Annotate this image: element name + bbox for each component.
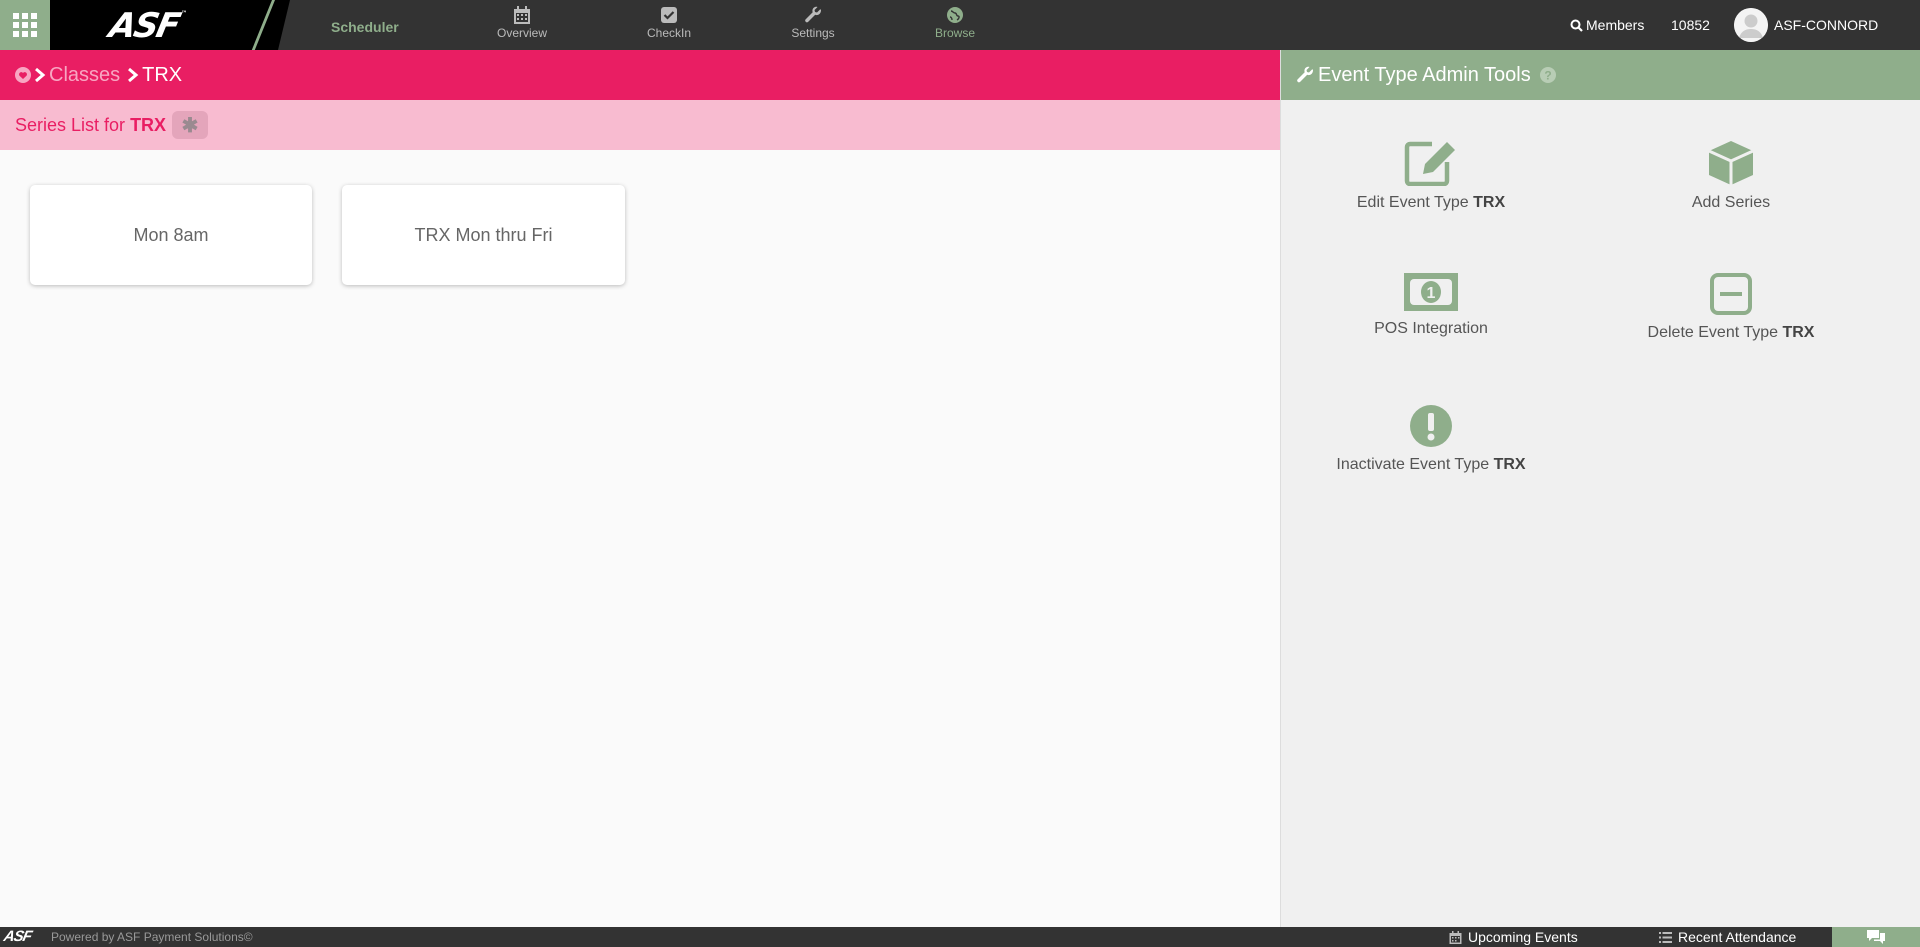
cube-icon [1708,141,1754,185]
money-icon: 1 [1404,273,1458,311]
wrench-icon [1297,66,1314,83]
footer-bar: ASF Powered by ASF Payment Solutions© Up… [0,927,1920,947]
avatar [1734,8,1768,42]
search-icon [1570,19,1583,32]
checkbox-icon [661,7,677,23]
add-series-button[interactable]: Add Series [1581,140,1881,212]
logo-text: ASF™ [105,6,188,46]
breadcrumb-classes-link[interactable]: Classes [49,64,120,87]
wrench-icon [805,6,822,23]
breadcrumb: Classes TRX [0,50,1280,100]
footer-logo: ASF [2,928,33,945]
calendar-icon [514,6,530,24]
chat-icon [1867,930,1885,944]
user-menu[interactable]: ASF-CONNORD [1734,0,1878,50]
list-icon [1659,931,1672,943]
star-icon: ✱ [181,114,199,137]
heart-badge-icon[interactable] [14,66,32,84]
admin-tools-panel: Event Type Admin Tools ? Edit Event Type… [1280,50,1920,927]
nav-checkin[interactable]: CheckIn [624,6,714,40]
globe-icon [947,7,963,23]
chevron-right-icon [128,67,139,83]
chat-button[interactable] [1832,927,1920,947]
upcoming-events-label: Upcoming Events [1468,929,1578,945]
nav-checkin-label: CheckIn [646,26,692,40]
apps-grid-button[interactable] [0,0,50,50]
recent-attendance-label: Recent Attendance [1678,929,1797,945]
recent-attendance-link[interactable]: Recent Attendance [1659,929,1796,945]
series-card[interactable]: Mon 8am [30,185,312,285]
chevron-right-icon [35,67,46,83]
nav-settings-label: Settings [791,26,835,40]
breadcrumb-current: TRX [142,63,183,86]
user-silhouette-icon [1734,8,1768,42]
exclamation-circle-icon [1410,405,1452,447]
nav-browse[interactable]: Browse [910,6,1000,40]
nav-browse-label: Browse [934,26,975,40]
admin-tools-title: Event Type Admin Tools [1318,63,1531,86]
footer-powered-text: Powered by ASF Payment Solutions© [51,930,253,944]
svg-text:?: ? [1544,69,1551,83]
series-header: Series List for TRX ✱ [0,100,1280,150]
admin-tools-header: Event Type Admin Tools ? [1281,50,1920,100]
app-title: Scheduler [331,19,399,35]
series-card-label: Mon 8am [133,224,209,245]
members-search-link[interactable]: Members [1570,0,1644,50]
series-card-label: TRX Mon thru Fri [414,224,553,245]
series-card[interactable]: TRX Mon thru Fri [342,185,625,285]
upcoming-events-link[interactable]: Upcoming Events [1449,929,1578,945]
help-icon[interactable]: ? [1539,66,1557,84]
inactivate-event-type-button[interactable]: Inactivate Event Type TRX [1281,404,1581,474]
favorite-star-button[interactable]: ✱ [172,111,209,139]
top-navbar: ASF™ Scheduler Overview CheckIn Settings… [0,0,1920,52]
nav-overview-label: Overview [496,26,547,40]
edit-event-type-button[interactable]: Edit Event Type TRX [1281,140,1581,212]
svg-text:1: 1 [1427,285,1436,302]
minus-square-icon [1710,273,1752,315]
nav-settings[interactable]: Settings [768,6,858,40]
calendar-icon [1449,930,1462,944]
members-label: Members [1586,17,1645,33]
pos-integration-button[interactable]: 1 POS Integration [1281,272,1581,338]
delete-event-type-button[interactable]: Delete Event Type TRX [1581,272,1881,342]
edit-icon [1404,141,1455,186]
location-number: 10852 [1671,17,1710,33]
series-title: Series List for TRX [15,114,167,135]
user-name: ASF-CONNORD [1774,17,1879,33]
nav-overview[interactable]: Overview [477,6,567,40]
grid-icon [13,13,37,37]
